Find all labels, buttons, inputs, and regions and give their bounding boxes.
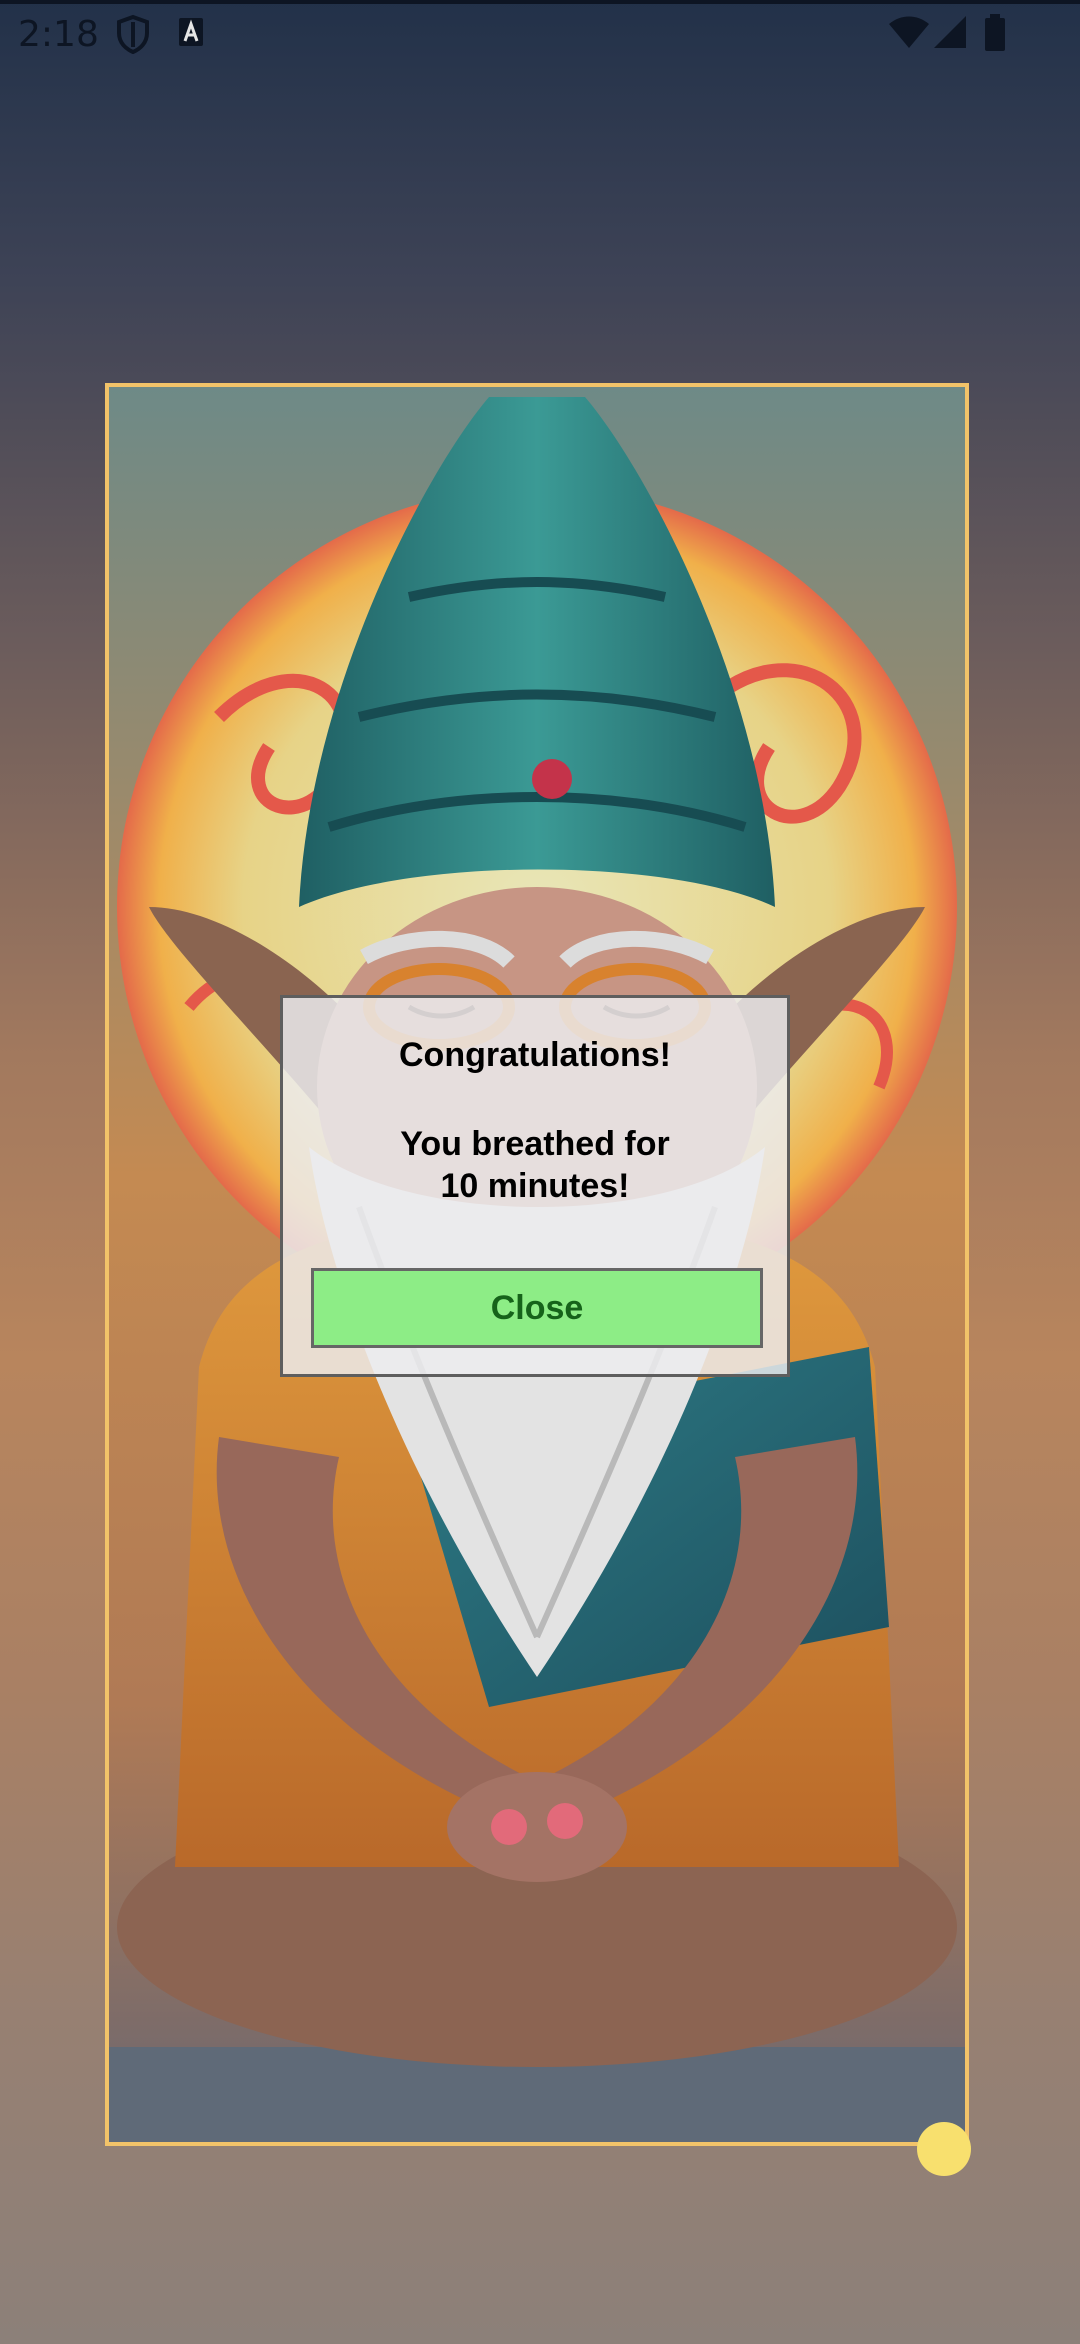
status-time: 2:18 — [18, 14, 99, 55]
dialog-title: Congratulations! — [399, 1036, 671, 1074]
status-bar: 2:18 — [0, 0, 1080, 72]
a-box-icon — [177, 14, 205, 55]
drag-handle[interactable] — [917, 2122, 971, 2176]
signal-icon — [932, 14, 968, 55]
congratulations-dialog: Congratulations! You breathed for 10 min… — [280, 995, 790, 1377]
close-button[interactable]: Close — [311, 1268, 763, 1348]
shield-icon — [116, 14, 150, 59]
wifi-icon — [888, 14, 930, 55]
battery-icon — [984, 14, 1006, 57]
dialog-message: You breathed for 10 minutes! — [400, 1125, 670, 1205]
